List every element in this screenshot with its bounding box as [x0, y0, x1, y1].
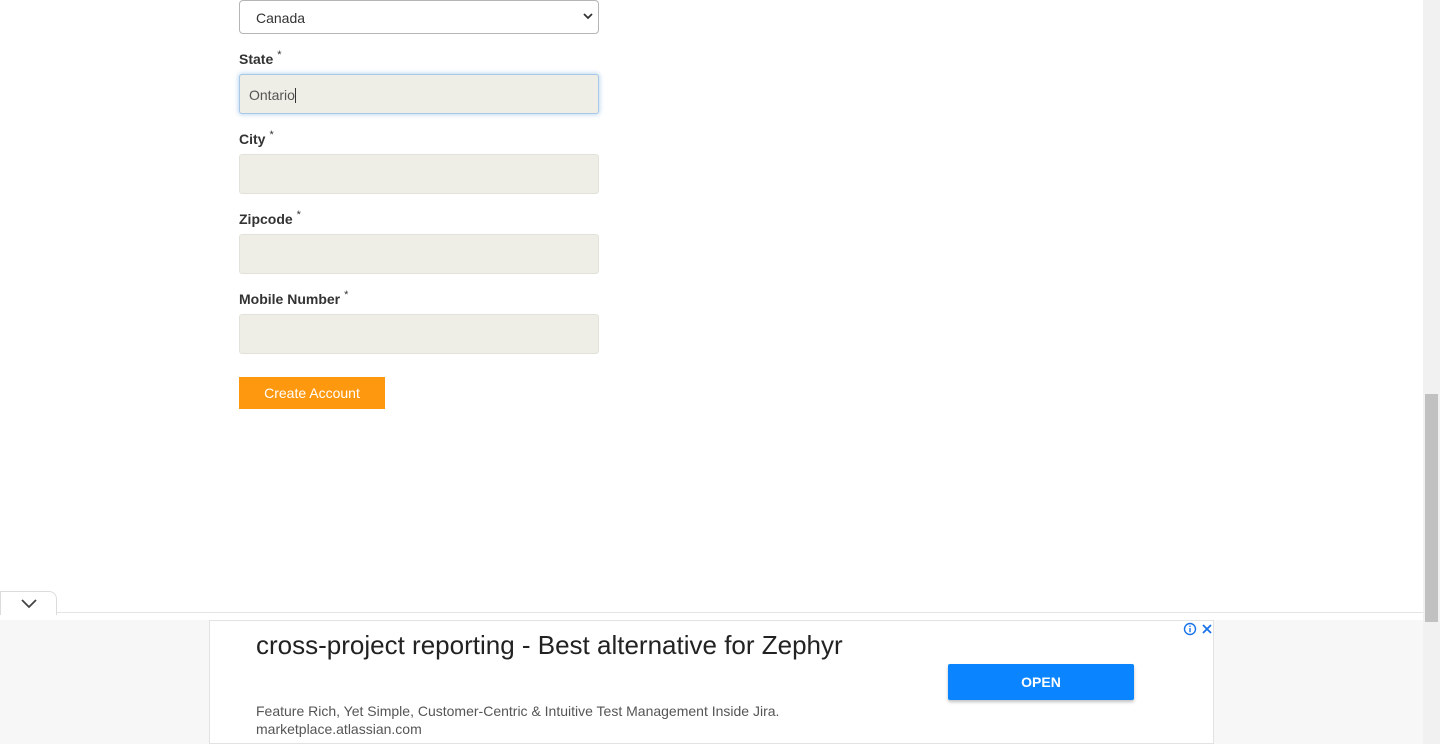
text-caret — [294, 88, 296, 103]
required-mark: * — [277, 49, 282, 61]
ad-description: Feature Rich, Yet Simple, Customer-Centr… — [256, 703, 780, 719]
chevron-down-icon — [583, 13, 593, 20]
state-label: State * — [239, 49, 282, 67]
ad-headline[interactable]: cross-project reporting - Best alternati… — [256, 627, 856, 663]
vertical-scrollbar[interactable] — [1423, 0, 1440, 744]
zipcode-input[interactable] — [239, 234, 599, 274]
city-label: City * — [239, 129, 274, 147]
ad-url[interactable]: marketplace.atlassian.com — [256, 721, 422, 737]
ad-divider — [0, 612, 1423, 613]
state-input[interactable]: Ontario — [239, 74, 599, 114]
required-mark: * — [296, 209, 301, 221]
ad-collapse-toggle[interactable] — [0, 591, 57, 615]
state-input-value: Ontario — [249, 87, 295, 103]
chevron-down-icon — [21, 599, 37, 609]
required-mark: * — [269, 129, 274, 141]
scrollbar-thumb[interactable] — [1425, 394, 1438, 622]
zipcode-label: Zipcode * — [239, 209, 301, 227]
country-select-value: Canada — [256, 10, 306, 26]
mobile-number-input[interactable] — [239, 314, 599, 354]
city-input[interactable] — [239, 154, 599, 194]
ad-banner[interactable]: cross-project reporting - Best alternati… — [209, 620, 1214, 744]
mobile-number-label: Mobile Number * — [239, 289, 349, 307]
create-account-button[interactable]: Create Account — [239, 377, 385, 409]
close-icon[interactable] — [1200, 622, 1214, 636]
country-select[interactable]: Canada — [239, 0, 599, 34]
ad-open-button[interactable]: OPEN — [948, 664, 1134, 700]
info-icon[interactable] — [1183, 622, 1197, 636]
required-mark: * — [344, 289, 349, 301]
